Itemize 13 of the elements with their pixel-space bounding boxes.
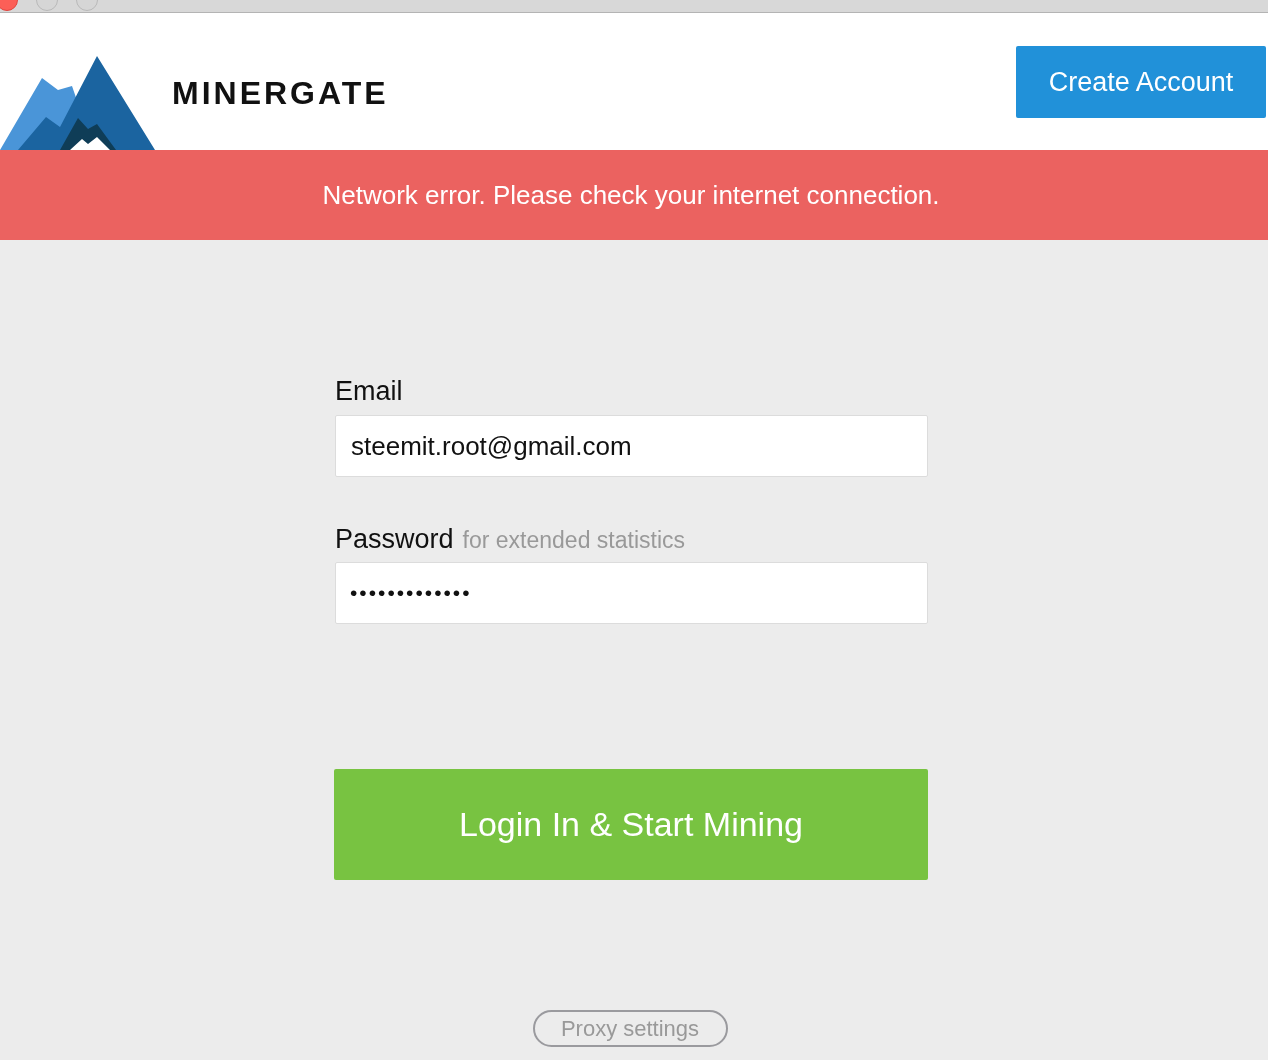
create-account-button[interactable]: Create Account xyxy=(1016,46,1266,118)
logo-text: MINERGATE xyxy=(172,76,389,110)
close-button[interactable] xyxy=(0,0,18,11)
password-field[interactable]: ••••••••••••• xyxy=(335,562,928,624)
password-hint: for extended statistics xyxy=(462,526,685,555)
email-field[interactable]: steemit.root@gmail.com xyxy=(335,415,928,477)
email-label: Email xyxy=(335,375,403,407)
minimize-button[interactable] xyxy=(36,0,58,11)
password-label: Password xyxy=(335,523,454,555)
proxy-settings-button[interactable]: Proxy settings xyxy=(532,1010,728,1047)
error-message: Network error. Please check your internet connection. xyxy=(322,178,940,212)
zoom-button[interactable] xyxy=(76,0,98,11)
login-button[interactable]: Login In & Start Mining xyxy=(334,769,928,880)
